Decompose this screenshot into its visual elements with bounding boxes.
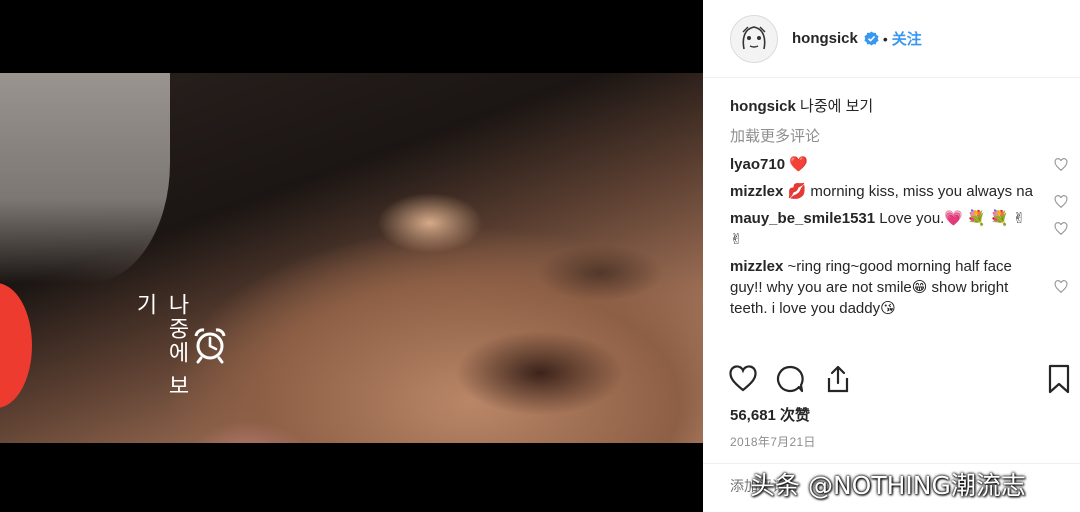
comment-username[interactable]: mizzlex xyxy=(730,258,783,275)
post-photo[interactable]: 나중에 보기 xyxy=(0,73,703,443)
comment-item: mauy_be_smile1531 Love you.💗 💐 💐 ✌ ✌ xyxy=(730,208,1070,250)
record-button[interactable] xyxy=(0,283,32,408)
comment-text: ❤️ xyxy=(789,156,808,173)
action-bar xyxy=(728,364,1073,396)
likes-count[interactable]: 56,681 次赞 xyxy=(730,404,810,425)
post-media[interactable]: 나중에 보기 xyxy=(0,0,703,512)
heart-icon[interactable] xyxy=(1054,158,1068,172)
post-side-panel: hongsick • 关注 hongsick 나중에 보기 加载更多评论 lya… xyxy=(703,0,1080,512)
comment-item: mizzlex ~ring ring~good morning half fac… xyxy=(730,256,1070,319)
divider xyxy=(703,463,1080,464)
reminder-text: 나중에 보기 xyxy=(132,293,189,398)
caption-username[interactable]: hongsick xyxy=(730,98,796,115)
comment-icon[interactable] xyxy=(775,364,805,394)
separator-dot: • xyxy=(882,30,888,47)
load-more-comments-link[interactable]: 加载更多评论 xyxy=(730,125,1070,146)
alarm-clock-icon xyxy=(194,328,226,364)
comment-username[interactable]: lyao710 xyxy=(730,156,785,173)
comment-item: mizzlex 💋 morning kiss, miss you always … xyxy=(730,181,1070,209)
comment-username[interactable]: mauy_be_smile1531 xyxy=(730,210,875,227)
post-header: hongsick • 关注 xyxy=(703,0,1080,78)
heart-icon[interactable] xyxy=(1054,195,1068,209)
comment-text: 💋 morning kiss, miss you always na xyxy=(787,183,1033,200)
verified-badge-icon xyxy=(864,31,879,46)
comments-list: hongsick 나중에 보기 加载更多评论 lyao710 ❤️ mizzle… xyxy=(730,96,1070,325)
comment-item: lyao710 ❤️ xyxy=(730,154,1070,175)
post-date: 2018年7月21日 xyxy=(730,435,816,449)
bookmark-icon[interactable] xyxy=(1044,364,1074,394)
post-username[interactable]: hongsick xyxy=(792,30,858,47)
avatar-sketch-icon xyxy=(742,25,766,49)
avatar[interactable] xyxy=(730,14,778,63)
share-icon[interactable] xyxy=(823,364,853,394)
pillow-area xyxy=(0,73,170,283)
comment-username[interactable]: mizzlex xyxy=(730,183,783,200)
post-caption: hongsick 나중에 보기 xyxy=(730,96,1070,117)
caption-text: 나중에 보기 xyxy=(800,98,874,115)
watermark: 头条 @NOTHING潮流志 xyxy=(750,471,1026,500)
heart-icon[interactable] xyxy=(1054,280,1068,294)
follow-button[interactable]: 关注 xyxy=(892,28,922,49)
heart-icon[interactable] xyxy=(728,364,758,394)
heart-icon[interactable] xyxy=(1054,222,1068,236)
